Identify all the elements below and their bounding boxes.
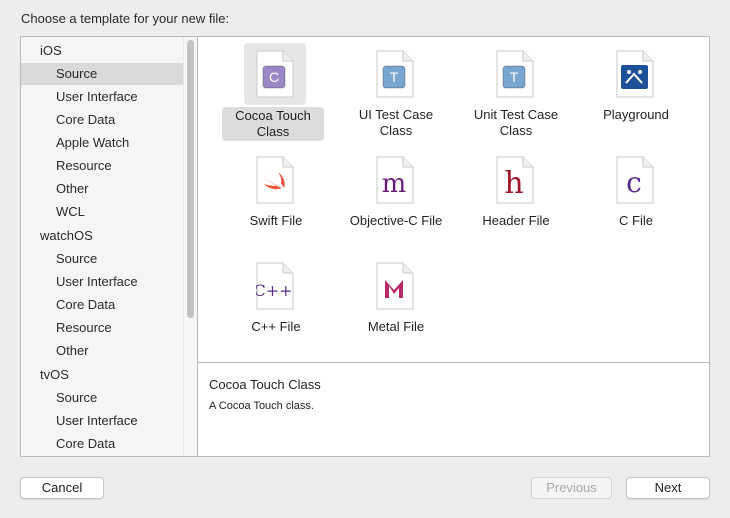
template-label: Cocoa Touch Class (222, 107, 324, 141)
sidebar-item[interactable]: Other (21, 340, 183, 362)
cancel-button[interactable]: Cancel (20, 477, 104, 499)
template-tile[interactable]: c C File (576, 146, 696, 252)
template-tile[interactable]: Metal File (336, 252, 456, 358)
sidebar-group-label: watchOS (40, 228, 93, 243)
template-tile[interactable]: C++ C++ File (216, 252, 336, 358)
sidebar-item[interactable]: Core Data (21, 109, 183, 131)
svg-text:T: T (390, 69, 399, 85)
sidebar-item[interactable]: Resource (21, 317, 183, 339)
template-label: C++ File (251, 319, 301, 334)
metal-file-icon (376, 262, 414, 313)
cpp-file-icon: C++ (253, 262, 294, 313)
template-grid: C Cocoa Touch Class T UI Test Case Class T Unit… (198, 37, 709, 362)
sidebar-item[interactable]: User Interface (21, 86, 183, 108)
sidebar-group-label: tvOS (40, 367, 69, 382)
sidebar-item[interactable]: WCL (21, 201, 183, 223)
template-tile[interactable]: Playground (576, 40, 696, 146)
template-label: UI Test Case Class (358, 107, 434, 138)
template-description: Cocoa Touch Class A Cocoa Touch class. (198, 363, 709, 456)
sidebar-item[interactable]: Core Data (21, 294, 183, 316)
template-tile[interactable]: T Unit Test Case Class (456, 40, 576, 146)
swift-file-icon (256, 156, 294, 207)
svg-text:T: T (510, 69, 519, 85)
template-tile[interactable]: C Cocoa Touch Class (216, 40, 336, 146)
cocoa-touch-class-icon: C (256, 50, 294, 101)
description-title: Cocoa Touch Class (209, 377, 321, 392)
svg-text:C++: C++ (256, 281, 293, 300)
description-text: A Cocoa Touch class. (209, 400, 314, 412)
sidebar-item[interactable]: Other (21, 178, 183, 200)
svg-text:h: h (504, 166, 523, 201)
template-label: C File (619, 213, 653, 228)
template-label: Metal File (367, 319, 425, 334)
sidebar-scrollbar[interactable] (183, 37, 197, 456)
objective-c-file-icon: m (376, 156, 414, 207)
unit-test-case-class-icon: T (496, 50, 534, 101)
header-file-icon: h (496, 156, 534, 207)
sidebar-item[interactable]: Source (21, 387, 183, 409)
sidebar-item[interactable]: User Interface (21, 410, 183, 432)
sidebar-item[interactable]: Source (21, 248, 183, 270)
template-chooser: iOS Source User Interface Core Data Apple Wa… (20, 36, 710, 457)
template-label: Playground (603, 107, 669, 122)
sidebar-scrollbar-thumb[interactable] (187, 40, 194, 318)
template-tile[interactable]: m Objective-C File (336, 146, 456, 252)
template-label: Swift File (249, 213, 303, 228)
previous-button[interactable]: Previous (531, 477, 612, 499)
template-label: Objective-C File (349, 213, 443, 228)
dialog-heading: Choose a template for your new file: (21, 11, 230, 26)
template-tile[interactable]: h Header File (456, 146, 576, 252)
platform-sidebar: iOS Source User Interface Core Data Apple Wa… (21, 37, 197, 456)
sidebar-group-label: iOS (40, 43, 62, 58)
c-file-icon: c (616, 156, 654, 207)
sidebar-item[interactable]: Core Data (21, 433, 183, 455)
svg-text:C: C (269, 69, 279, 85)
template-tile[interactable]: Swift File (216, 146, 336, 252)
template-label: Unit Test Case Class (473, 107, 559, 138)
template-tile[interactable]: T UI Test Case Class (336, 40, 456, 146)
sidebar-item[interactable]: Resource (21, 155, 183, 177)
next-button[interactable]: Next (626, 477, 710, 499)
sidebar-item[interactable]: User Interface (21, 271, 183, 293)
ui-test-case-class-icon: T (376, 50, 414, 101)
template-label: Header File (482, 213, 550, 228)
playground-icon (616, 50, 654, 101)
sidebar-item[interactable]: Source (21, 63, 183, 85)
svg-text:c: c (626, 166, 642, 199)
svg-text:m: m (382, 169, 407, 199)
sidebar-item[interactable]: Apple Watch (21, 132, 183, 154)
